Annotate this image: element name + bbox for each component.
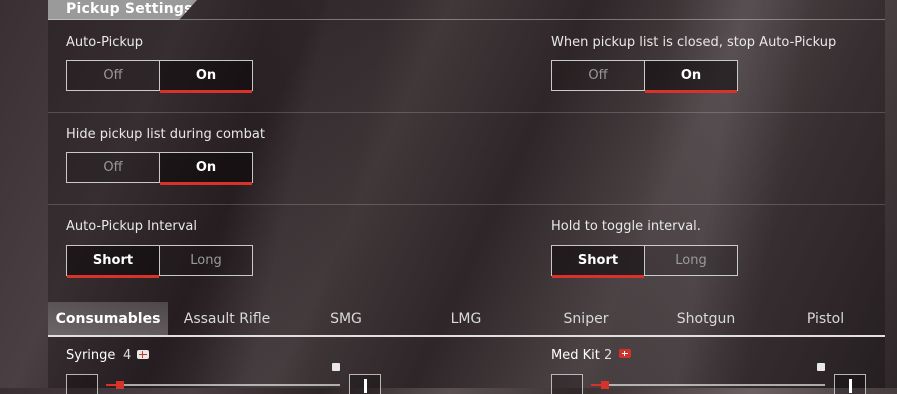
interval-long-button[interactable]: Long xyxy=(160,245,253,276)
hide-pickup-list-toggle: Off On xyxy=(66,152,253,185)
syringe-slider-track[interactable] xyxy=(106,384,340,386)
hide-pickup-list-on-button[interactable]: On xyxy=(160,152,253,185)
stop-auto-pickup-label: When pickup list is closed, stop Auto-Pi… xyxy=(551,35,837,50)
hide-pickup-list-off-button[interactable]: Off xyxy=(66,152,160,183)
syringe-decrease-button[interactable] xyxy=(66,374,98,394)
medkit-increase-button[interactable] xyxy=(834,374,866,394)
auto-pickup-interval-toggle: Short Long xyxy=(66,245,253,278)
syringe-increase-button[interactable] xyxy=(349,374,381,394)
medkit-badge-icon xyxy=(619,349,631,358)
weapon-category-tabs: Consumables Assault Rifle SMG LMG Sniper… xyxy=(48,302,885,337)
tab-assault-rifle[interactable]: Assault Rifle xyxy=(168,302,286,336)
tab-underline xyxy=(48,335,885,337)
hold-interval-short-button[interactable]: Short xyxy=(551,245,645,278)
section-title: Pickup Settings xyxy=(66,1,193,17)
tab-lmg[interactable]: LMG xyxy=(406,302,526,336)
medkit-label: Med Kit xyxy=(551,348,600,363)
medkit-slider-track[interactable] xyxy=(591,384,825,386)
medkit-decrease-button[interactable] xyxy=(551,374,583,394)
hide-pickup-list-label: Hide pickup list during combat xyxy=(66,127,265,142)
medkit-count: 2 xyxy=(604,348,613,363)
tab-shotgun[interactable]: Shotgun xyxy=(646,302,766,336)
auto-pickup-interval-label: Auto-Pickup Interval xyxy=(66,219,197,234)
syringe-checkbox[interactable] xyxy=(332,363,340,371)
syringe-badge-icon xyxy=(137,350,149,359)
section-header: Pickup Settings xyxy=(48,0,197,20)
header-underline xyxy=(48,19,885,20)
syringe-count: 4 xyxy=(123,348,132,363)
hold-toggle-interval-label: Hold to toggle interval. xyxy=(551,219,701,234)
tab-smg[interactable]: SMG xyxy=(286,302,406,336)
tab-consumables[interactable]: Consumables xyxy=(48,302,168,336)
medkit-checkbox[interactable] xyxy=(817,363,825,371)
divider xyxy=(48,204,885,205)
auto-pickup-toggle: Off On xyxy=(66,60,253,93)
interval-short-button[interactable]: Short xyxy=(66,245,160,278)
auto-pickup-on-button[interactable]: On xyxy=(160,60,253,93)
tab-sniper[interactable]: Sniper xyxy=(526,302,646,336)
hold-toggle-interval-toggle: Short Long xyxy=(551,245,738,278)
stop-auto-pickup-toggle: Off On xyxy=(551,60,738,93)
divider xyxy=(48,112,885,113)
tab-pistol[interactable]: Pistol xyxy=(766,302,885,336)
stop-auto-pickup-on-button[interactable]: On xyxy=(645,60,738,93)
syringe-label: Syringe xyxy=(66,348,116,363)
auto-pickup-off-button[interactable]: Off xyxy=(66,60,160,91)
hold-interval-long-button[interactable]: Long xyxy=(645,245,738,276)
stop-auto-pickup-off-button[interactable]: Off xyxy=(551,60,645,91)
auto-pickup-label: Auto-Pickup xyxy=(66,35,144,50)
